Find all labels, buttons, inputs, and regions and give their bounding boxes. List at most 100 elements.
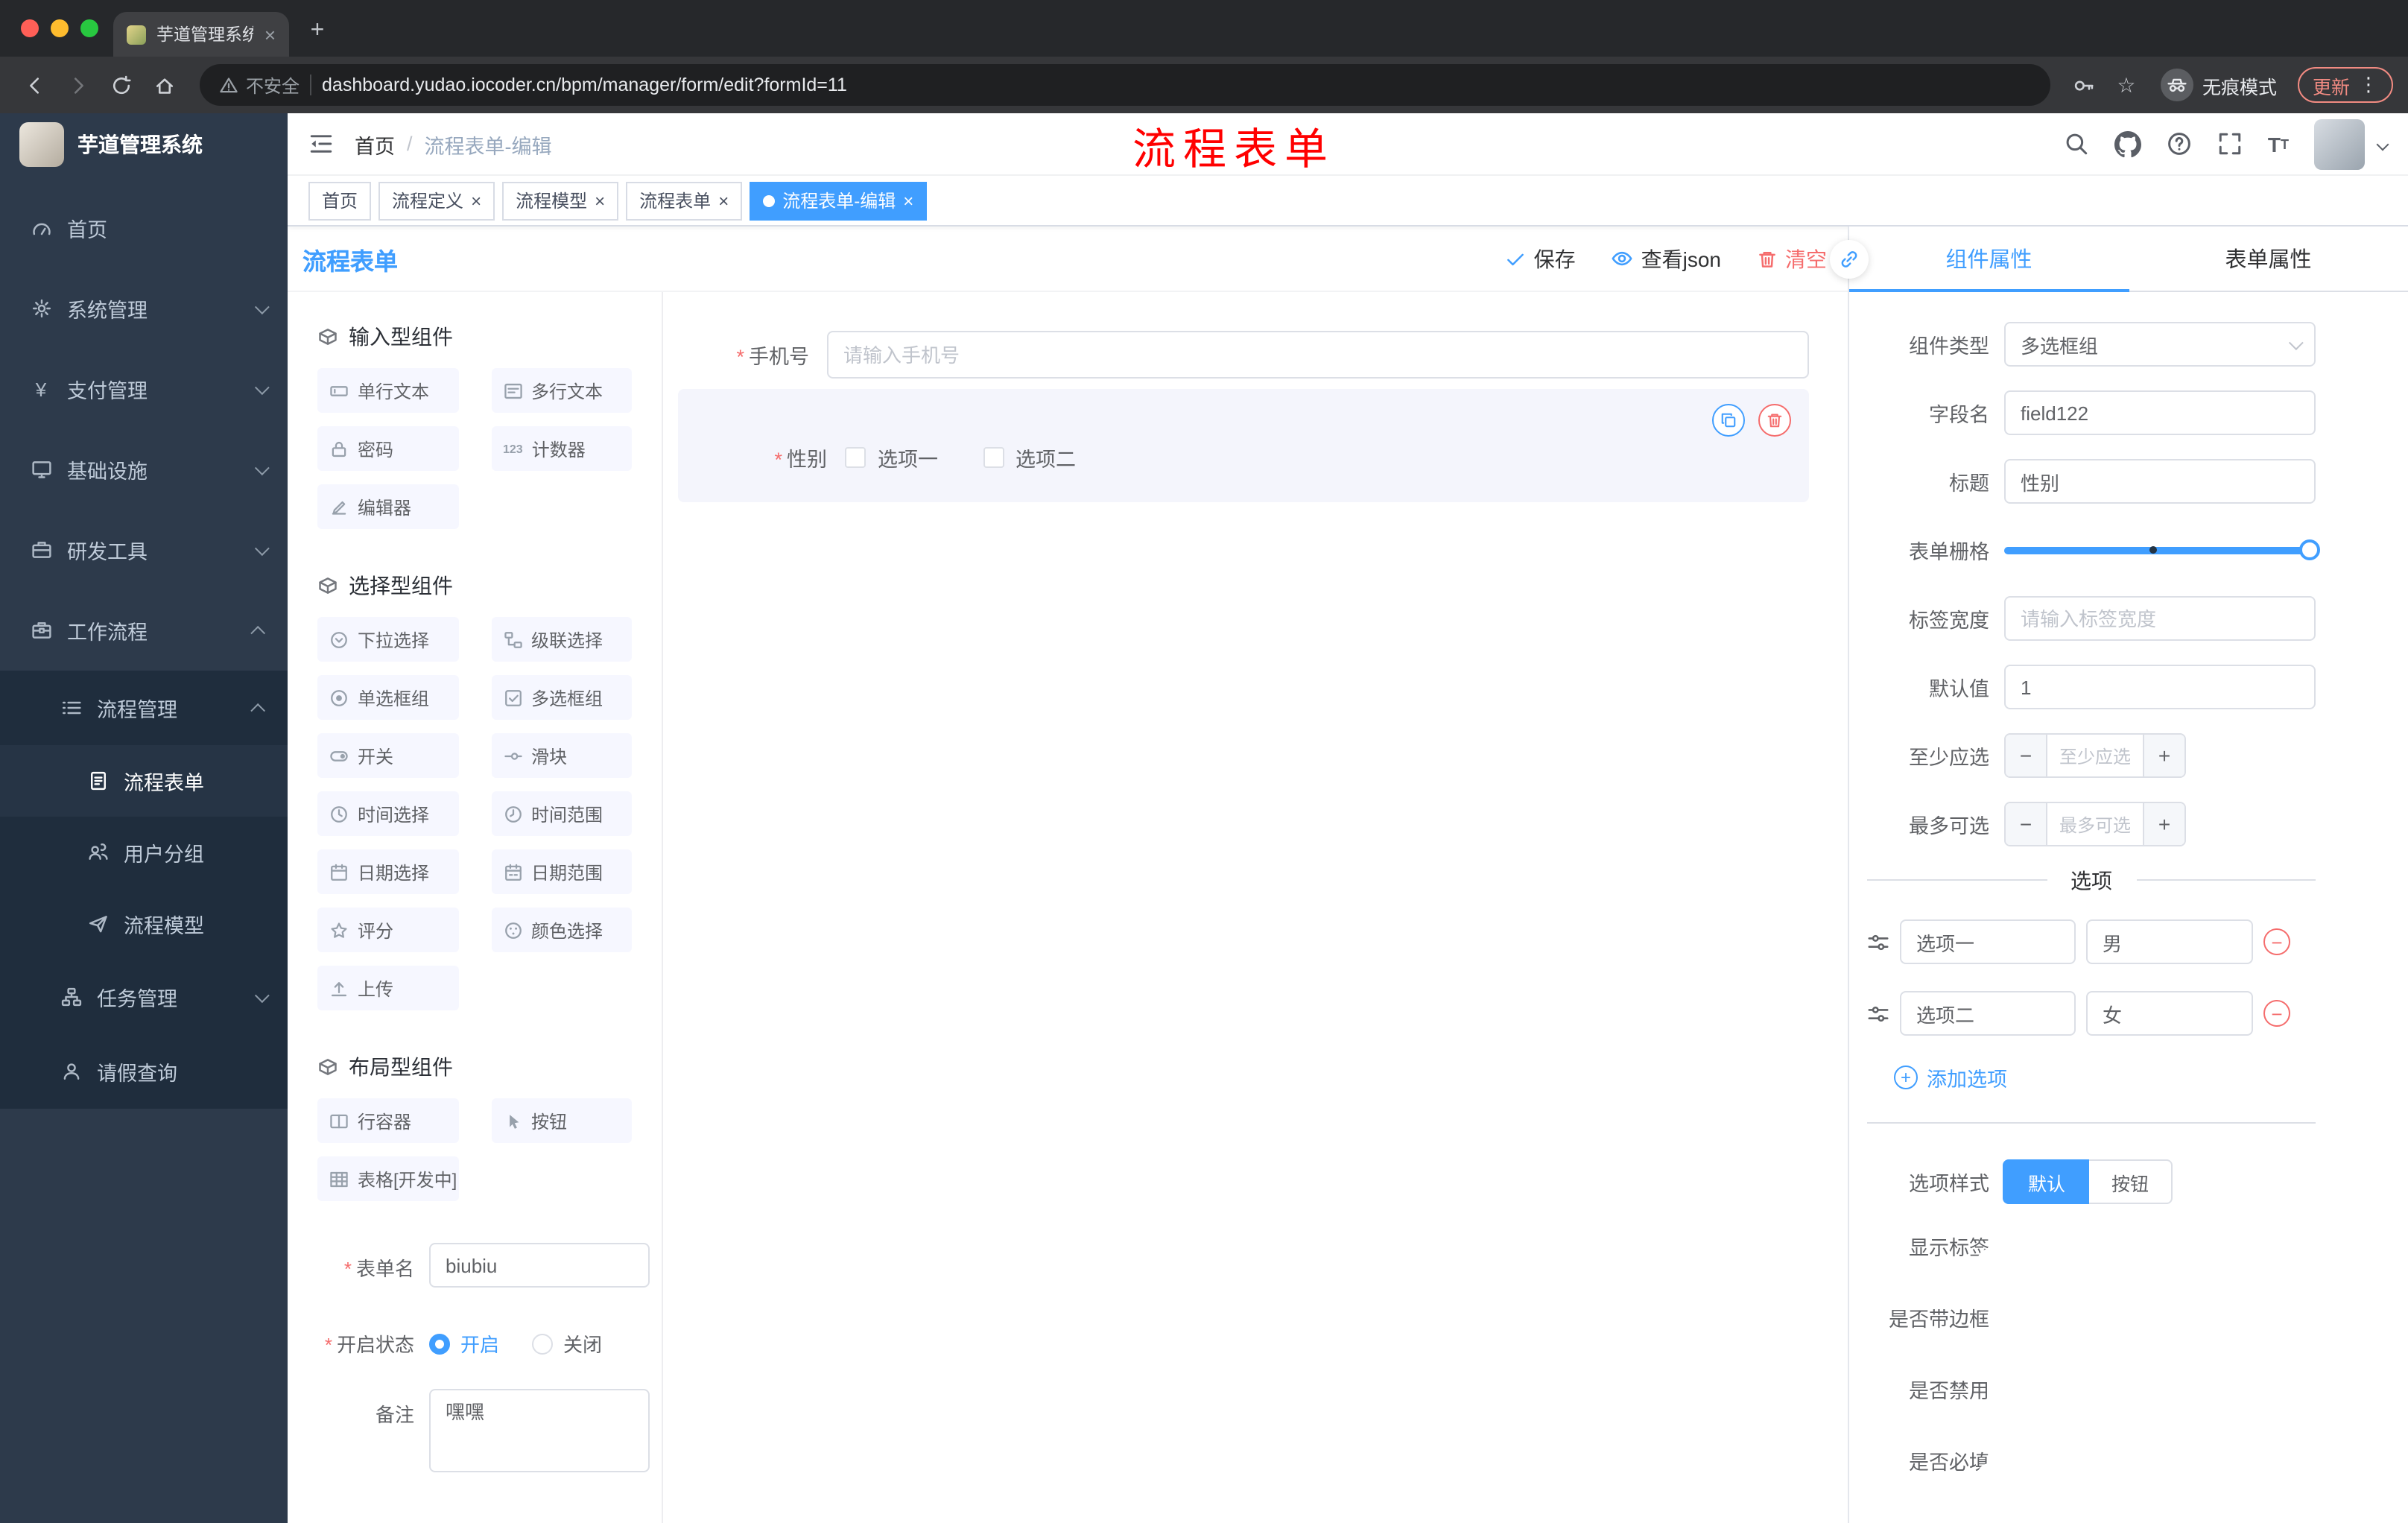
sidebar-item-leave-query[interactable]: 请假查询	[0, 1034, 288, 1109]
form-grid-slider[interactable]	[2004, 528, 2320, 572]
forward-icon[interactable]	[58, 65, 98, 105]
option-value-input[interactable]	[2086, 991, 2253, 1036]
sidebar-item-workflow[interactable]: 工作流程	[0, 590, 288, 671]
user-avatar[interactable]	[2314, 118, 2365, 169]
sidebar-item-system[interactable]: 系统管理	[0, 268, 288, 349]
breadcrumb-home[interactable]: 首页	[355, 129, 395, 159]
component-table[interactable]: 表格[开发中]	[317, 1156, 458, 1201]
plus-button[interactable]: +	[2143, 803, 2184, 845]
minus-button[interactable]: −	[2006, 735, 2047, 776]
slider-handle[interactable]	[2299, 539, 2320, 560]
sidebar-item-task-manage[interactable]: 任务管理	[0, 960, 288, 1034]
copy-component-button[interactable]	[1712, 404, 1745, 437]
component-type-select[interactable]: 多选框组	[2004, 322, 2316, 367]
status-radio-on[interactable]: 开启	[429, 1329, 499, 1358]
browser-tab[interactable]: 芋道管理系统 ×	[113, 12, 289, 57]
view-tag-process-model[interactable]: 流程模型 ×	[502, 181, 619, 220]
remove-option-icon[interactable]	[2263, 928, 2290, 955]
tag-close-icon[interactable]: ×	[471, 191, 481, 209]
component-date-picker[interactable]: 日期选择	[317, 849, 458, 894]
drag-handle-icon[interactable]	[1867, 1002, 1889, 1025]
component-time-picker[interactable]: 时间选择	[317, 791, 458, 836]
view-json-button[interactable]: 查看json	[1612, 244, 1721, 273]
component-color-picker[interactable]: 颜色选择	[491, 908, 632, 952]
back-icon[interactable]	[15, 65, 55, 105]
phone-field-row[interactable]: 手机号	[678, 331, 1809, 379]
tag-close-icon[interactable]: ×	[903, 191, 913, 209]
remove-option-icon[interactable]	[2263, 1000, 2290, 1027]
slider-track[interactable]	[2004, 539, 2320, 560]
component-slider[interactable]: 滑块	[491, 733, 632, 778]
status-radio-off[interactable]: 关闭	[532, 1329, 602, 1358]
label-width-input[interactable]	[2004, 596, 2316, 641]
reload-icon[interactable]	[101, 65, 142, 105]
option-style-default-button[interactable]: 默认	[2004, 1159, 2090, 1204]
component-multi-text[interactable]: 多行文本	[491, 368, 632, 413]
tab-form-props[interactable]: 表单属性	[2129, 227, 2408, 291]
sidebar-item-process-manage[interactable]: 流程管理	[0, 671, 288, 745]
browser-update-button[interactable]: 更新 ⋮	[2297, 67, 2393, 103]
form-canvas[interactable]: 手机号	[663, 292, 1848, 1523]
home-icon[interactable]	[145, 65, 185, 105]
selected-component-gender[interactable]: 性别 选项一 选项二	[678, 389, 1809, 502]
component-select[interactable]: 下拉选择	[317, 617, 458, 662]
clear-button[interactable]: 清空	[1757, 244, 1827, 273]
delete-component-button[interactable]	[1758, 404, 1791, 437]
component-row-container[interactable]: 行容器	[317, 1098, 458, 1143]
component-counter[interactable]: 123 计数器	[491, 426, 632, 471]
add-option-button[interactable]: 添加选项	[1894, 1063, 2316, 1092]
component-radio-group[interactable]: 单选框组	[317, 675, 458, 720]
sidebar-item-infrastructure[interactable]: 基础设施	[0, 429, 288, 510]
title-input[interactable]	[2004, 459, 2316, 504]
view-tag-process-definition[interactable]: 流程定义 ×	[378, 181, 495, 220]
component-button[interactable]: 按钮	[491, 1098, 632, 1143]
default-value-input[interactable]	[2004, 665, 2316, 709]
window-close-button[interactable]	[21, 19, 39, 37]
tag-close-icon[interactable]: ×	[718, 191, 729, 209]
view-tag-form-edit[interactable]: 流程表单-编辑 ×	[750, 181, 928, 220]
window-minimize-button[interactable]	[51, 19, 69, 37]
tag-close-icon[interactable]: ×	[595, 191, 605, 209]
component-time-range[interactable]: 时间范围	[491, 791, 632, 836]
component-rate[interactable]: 评分	[317, 908, 458, 952]
security-warning[interactable]: 不安全	[219, 72, 300, 98]
component-switch[interactable]: 开关	[317, 733, 458, 778]
component-date-range[interactable]: 日期范围	[491, 849, 632, 894]
sidebar-logo[interactable]: 芋道管理系统	[0, 113, 288, 176]
save-button[interactable]: 保存	[1506, 244, 1576, 273]
sidebar-item-process-form[interactable]: 流程表单	[0, 745, 288, 817]
gender-checkbox-option2[interactable]: 选项二	[983, 443, 1076, 472]
minus-button[interactable]: −	[2006, 803, 2047, 845]
menu-fold-icon[interactable]	[308, 131, 334, 156]
component-password[interactable]: 密码	[317, 426, 458, 471]
sidebar-item-payment[interactable]: ¥ 支付管理	[0, 349, 288, 429]
plus-button[interactable]: +	[2143, 735, 2184, 776]
window-zoom-button[interactable]	[80, 19, 98, 37]
component-cascader[interactable]: 级联选择	[491, 617, 632, 662]
option-value-input[interactable]	[2086, 919, 2253, 964]
github-icon[interactable]	[2114, 130, 2141, 157]
link-icon[interactable]	[1830, 240, 1869, 279]
drag-handle-icon[interactable]	[1867, 931, 1889, 953]
view-tag-process-form[interactable]: 流程表单 ×	[626, 181, 743, 220]
tab-close-icon[interactable]: ×	[264, 25, 276, 44]
sidebar-item-user-group[interactable]: 用户分组	[0, 817, 288, 888]
new-tab-button[interactable]: +	[298, 12, 337, 51]
option-label-input[interactable]	[1900, 991, 2076, 1036]
form-remark-textarea[interactable]: 嘿嘿	[429, 1389, 650, 1472]
font-size-icon[interactable]: TT	[2268, 132, 2289, 156]
password-key-icon[interactable]	[2065, 66, 2104, 104]
sidebar-item-home[interactable]: 首页	[0, 188, 288, 268]
bookmark-star-icon[interactable]: ☆	[2107, 66, 2146, 104]
browser-menu-icon[interactable]: ⋮	[2359, 73, 2378, 97]
component-editor[interactable]: 编辑器	[317, 484, 458, 529]
search-icon[interactable]	[2064, 131, 2089, 156]
min-select-placeholder[interactable]: 至少应选	[2047, 735, 2143, 776]
sidebar-item-devtools[interactable]: 研发工具	[0, 510, 288, 590]
gender-checkbox-option1[interactable]: 选项一	[845, 443, 938, 472]
help-icon[interactable]	[2167, 131, 2192, 156]
avatar-caret-icon[interactable]	[2376, 137, 2389, 151]
view-tag-home[interactable]: 首页	[308, 181, 372, 220]
option-label-input[interactable]	[1900, 919, 2076, 964]
fullscreen-icon[interactable]	[2217, 131, 2243, 156]
